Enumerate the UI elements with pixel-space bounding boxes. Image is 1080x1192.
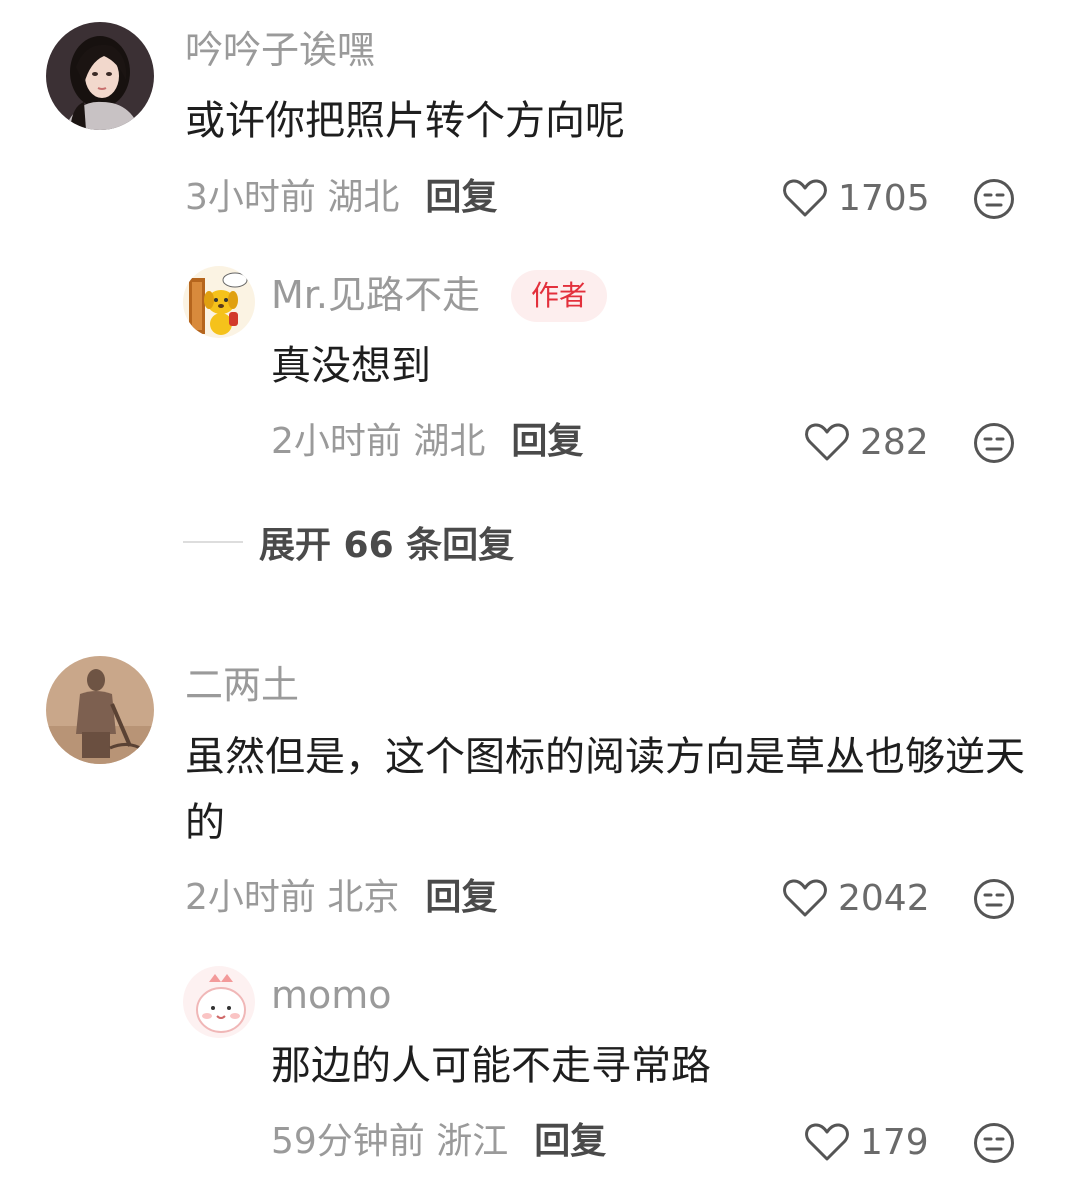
comment-meta: 2小时前 北京 回复: [185, 874, 497, 922]
expand-replies-button[interactable]: 展开 66 条回复: [183, 516, 514, 568]
dislike-button[interactable]: [973, 878, 1015, 920]
avatar[interactable]: [46, 22, 154, 130]
portrait-woman-icon: [46, 22, 154, 130]
avatar[interactable]: [46, 656, 154, 764]
reply-time-location: 2小时前 湖北: [271, 421, 486, 462]
dislike-button[interactable]: [973, 178, 1015, 220]
like-count: 179: [860, 1121, 929, 1163]
heart-icon: [783, 179, 827, 217]
reply-text: 真没想到: [271, 343, 431, 389]
reply-button[interactable]: 回复: [425, 877, 497, 918]
comment-username[interactable]: 二两土: [185, 661, 299, 709]
reply-time-location: 59分钟前 浙江: [271, 1121, 509, 1162]
divider: [183, 541, 243, 543]
like-count: 2042: [838, 877, 930, 919]
heart-icon: [783, 879, 827, 917]
heart-icon: [805, 423, 849, 461]
reply-button[interactable]: 回复: [511, 421, 583, 462]
reply-button[interactable]: 回复: [534, 1121, 606, 1162]
comment-time-location: 3小时前 湖北: [185, 177, 400, 218]
expand-replies-label: 展开 66 条回复: [259, 525, 515, 566]
like-button[interactable]: 1705: [782, 174, 930, 222]
cartoon-dog-icon: [183, 266, 255, 338]
reply-username[interactable]: Mr.见路不走: [271, 271, 480, 319]
heart-icon: [805, 1123, 849, 1161]
neutral-face-icon: [974, 423, 1014, 463]
avatar[interactable]: [183, 266, 255, 338]
like-count: 282: [860, 421, 929, 463]
comment-text: 虽然但是，这个图标的阅读方向是草丛也够逆天的: [185, 734, 1025, 846]
cartoon-dinosaur-icon: [183, 966, 255, 1038]
dislike-button[interactable]: [973, 1122, 1015, 1164]
comment-username[interactable]: 吟吟子诶嘿: [185, 26, 375, 74]
neutral-face-icon: [974, 879, 1014, 919]
terracotta-statue-icon: [46, 656, 154, 764]
reply-meta: 59分钟前 浙江 回复: [271, 1118, 606, 1166]
reply-meta: 2小时前 湖北 回复: [271, 418, 583, 466]
reply-text: 那边的人可能不走寻常路: [271, 1043, 711, 1089]
neutral-face-icon: [974, 1123, 1014, 1163]
avatar[interactable]: [183, 966, 255, 1038]
dislike-button[interactable]: [973, 422, 1015, 464]
author-badge: 作者: [511, 270, 608, 322]
like-count: 1705: [838, 177, 930, 219]
comment-text: 或许你把照片转个方向呢: [185, 98, 625, 144]
reply-button[interactable]: 回复: [425, 177, 497, 218]
like-button[interactable]: 179: [804, 1118, 929, 1166]
like-button[interactable]: 2042: [782, 874, 930, 922]
comment-time-location: 2小时前 北京: [185, 877, 400, 918]
reply-username[interactable]: momo: [271, 971, 392, 1019]
neutral-face-icon: [974, 179, 1014, 219]
like-button[interactable]: 282: [804, 418, 929, 466]
comment-meta: 3小时前 湖北 回复: [185, 174, 497, 222]
